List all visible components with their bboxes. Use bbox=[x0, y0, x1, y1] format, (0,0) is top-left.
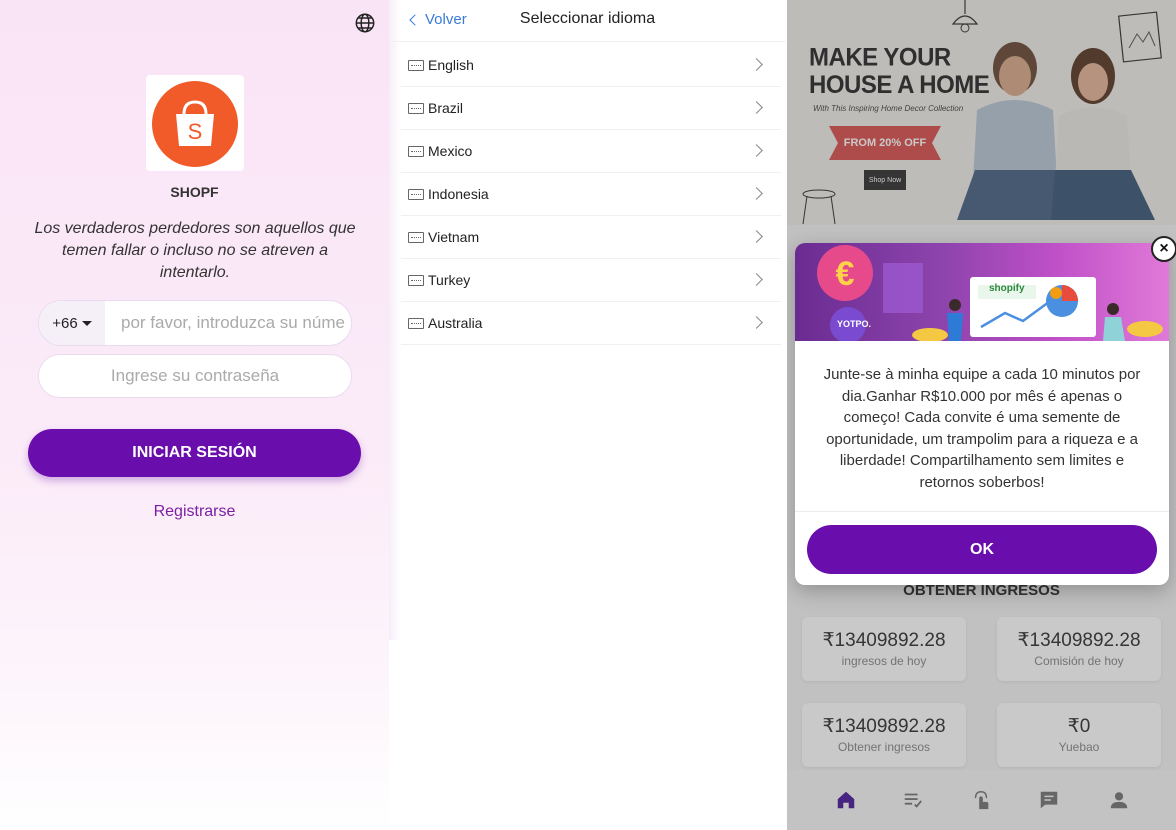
phone-input[interactable] bbox=[121, 301, 346, 345]
language-item-brazil[interactable]: Brazil bbox=[401, 87, 781, 130]
dashboard-panel: MAKE YOUR HOUSE A HOME With This Inspiri… bbox=[787, 0, 1176, 830]
ok-button[interactable]: OK bbox=[807, 525, 1157, 574]
keyboard-icon bbox=[408, 231, 424, 243]
chevron-right-icon bbox=[750, 273, 763, 286]
language-label: Mexico bbox=[428, 143, 473, 159]
chevron-right-icon bbox=[750, 58, 763, 71]
language-label: Australia bbox=[428, 315, 483, 331]
modal-illustration: € shopify YOTPO. bbox=[795, 243, 1169, 341]
country-code-label: +66 bbox=[52, 314, 78, 332]
announcement-modal: € shopify YOTPO. Junte-se à minha equipe… bbox=[795, 243, 1169, 585]
keyboard-icon bbox=[408, 145, 424, 157]
globe-icon[interactable] bbox=[354, 12, 376, 34]
password-field bbox=[38, 354, 352, 398]
app-logo: S bbox=[146, 75, 244, 171]
login-button[interactable]: INICIAR SESIÓN bbox=[28, 429, 361, 477]
brand-name: SHOPF bbox=[170, 184, 219, 200]
language-item-english[interactable]: English bbox=[401, 44, 781, 87]
modal-divider bbox=[795, 511, 1169, 512]
language-item-turkey[interactable]: Turkey bbox=[401, 259, 781, 302]
keyboard-icon bbox=[408, 317, 424, 329]
shopping-bag-icon: S bbox=[152, 81, 238, 167]
modal-message: Junte-se à minha equipe a cada 10 minuto… bbox=[823, 366, 1141, 491]
keyboard-icon bbox=[408, 59, 424, 71]
chevron-right-icon bbox=[750, 316, 763, 329]
logo-letter: S bbox=[188, 119, 203, 144]
keyboard-icon bbox=[408, 188, 424, 200]
language-label: Brazil bbox=[428, 100, 464, 116]
illustration-label-shopify: shopify bbox=[989, 283, 1025, 294]
password-input[interactable] bbox=[39, 355, 351, 397]
language-label: English bbox=[428, 57, 474, 73]
chevron-right-icon bbox=[750, 144, 763, 157]
caret-down-icon bbox=[81, 320, 92, 326]
chevron-right-icon bbox=[750, 230, 763, 243]
language-label: Turkey bbox=[428, 272, 471, 288]
svg-text:€: € bbox=[836, 255, 855, 293]
chevron-right-icon bbox=[750, 101, 763, 114]
keyboard-icon bbox=[408, 274, 424, 286]
motivational-quote: Los verdaderos perdedores son aquellos q… bbox=[34, 220, 356, 281]
country-code-select[interactable]: +66 bbox=[39, 301, 105, 345]
nav-bar: Volver Seleccionar idioma bbox=[389, 0, 786, 42]
language-label: Indonesia bbox=[428, 186, 489, 202]
language-item-vietnam[interactable]: Vietnam bbox=[401, 216, 781, 259]
language-item-indonesia[interactable]: Indonesia bbox=[401, 173, 781, 216]
language-label: Vietnam bbox=[428, 229, 480, 245]
language-panel: Volver Seleccionar idioma English Brazil… bbox=[389, 0, 786, 830]
language-item-mexico[interactable]: Mexico bbox=[401, 130, 781, 173]
keyboard-icon bbox=[408, 102, 424, 114]
chevron-right-icon bbox=[750, 187, 763, 200]
panel-divider bbox=[389, 0, 401, 640]
register-link[interactable]: Registrarse bbox=[0, 503, 389, 521]
phone-field: +66 bbox=[38, 300, 352, 346]
illustration-label-yotpo: YOTPO. bbox=[837, 319, 872, 329]
language-list: English Brazil Mexico Indonesia Vietnam … bbox=[401, 44, 781, 345]
page-title: Seleccionar idioma bbox=[519, 10, 656, 27]
close-icon[interactable]: × bbox=[1151, 236, 1176, 262]
language-item-australia[interactable]: Australia bbox=[401, 302, 781, 345]
login-panel: S SHOPF Los verdaderos perdedores son aq… bbox=[0, 0, 389, 830]
